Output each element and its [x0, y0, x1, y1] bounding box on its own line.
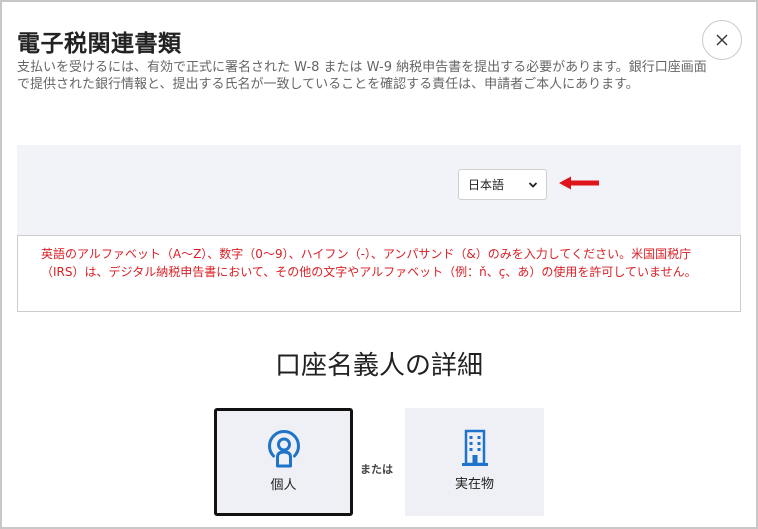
language-section: 日本語	[17, 145, 741, 235]
individual-label: 個人	[270, 478, 297, 493]
or-separator: または	[360, 463, 393, 476]
building-icon	[461, 429, 488, 466]
entity-label: 実在物	[454, 477, 494, 492]
close-icon	[716, 34, 728, 46]
page-title: 電子税関連書類	[17, 31, 182, 57]
chevron-down-icon	[528, 182, 538, 188]
language-select[interactable]: 日本語	[458, 169, 547, 200]
entity-option[interactable]: 実在物	[405, 408, 544, 516]
individual-option[interactable]: 個人	[214, 408, 353, 516]
language-select-value: 日本語	[468, 178, 505, 192]
person-icon	[267, 430, 300, 468]
character-warning: 英語のアルファベット（A〜Z）、数字（0〜9）、ハイフン（-）、アンパサンド（&…	[17, 235, 741, 312]
warning-text: 英語のアルファベット（A〜Z）、数字（0〜9）、ハイフン（-）、アンパサンド（&…	[41, 247, 697, 279]
page-description: 支払いを受けるには、有効で正式に署名された W-8 または W-9 納税申告書を…	[17, 60, 707, 92]
arrow-left-icon	[559, 176, 599, 190]
close-button[interactable]	[702, 20, 742, 60]
account-holder-title: 口座名義人の詳細	[274, 351, 483, 381]
